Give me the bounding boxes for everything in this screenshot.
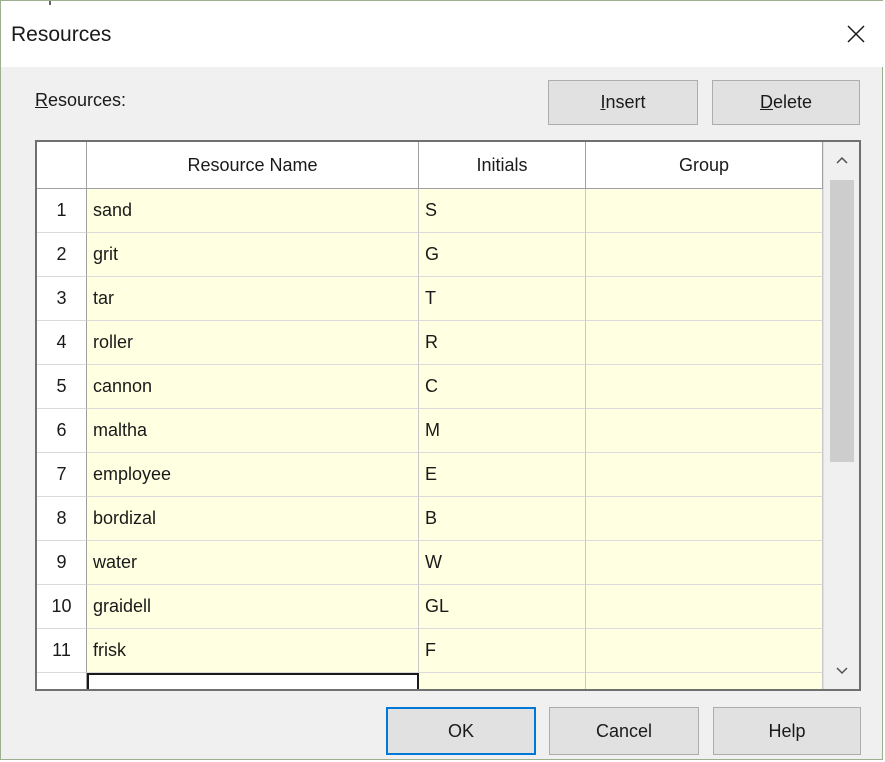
group-cell[interactable]	[586, 585, 823, 629]
initials-cell[interactable]: C	[419, 365, 586, 409]
close-button[interactable]	[836, 17, 876, 51]
scroll-down-button[interactable]	[824, 653, 859, 689]
resource-name-cell[interactable]: tar	[87, 277, 419, 321]
group-cell[interactable]	[586, 277, 823, 321]
resources-dialog: Resources Resources: Insert Delete Resou…	[0, 0, 884, 760]
resource-name-edit[interactable]	[87, 673, 419, 689]
group-cell[interactable]	[586, 409, 823, 453]
initials-cell[interactable]: R	[419, 321, 586, 365]
scroll-thumb[interactable]	[830, 180, 854, 462]
resource-name-cell[interactable]: maltha	[87, 409, 419, 453]
close-icon	[847, 25, 865, 43]
row-number: 3	[37, 277, 87, 321]
resource-name-cell[interactable]: bordizal	[87, 497, 419, 541]
row-number: 1	[37, 189, 87, 233]
initials-cell[interactable]	[419, 673, 586, 689]
row-number	[37, 673, 87, 689]
initials-cell[interactable]: GL	[419, 585, 586, 629]
help-button[interactable]: Help	[713, 707, 861, 755]
column-header-initials[interactable]: Initials	[419, 142, 586, 189]
initials-cell[interactable]: M	[419, 409, 586, 453]
initials-cell[interactable]: W	[419, 541, 586, 585]
resource-name-cell[interactable]: frisk	[87, 629, 419, 673]
insert-button[interactable]: Insert	[548, 80, 698, 125]
group-cell[interactable]	[586, 233, 823, 277]
delete-label: elete	[772, 92, 813, 112]
group-cell[interactable]	[586, 497, 823, 541]
row-number: 10	[37, 585, 87, 629]
resource-name-cell[interactable]: sand	[87, 189, 419, 233]
resource-name-cell[interactable]: water	[87, 541, 419, 585]
initials-cell[interactable]: G	[419, 233, 586, 277]
cancel-button[interactable]: Cancel	[549, 707, 699, 755]
title-bar: Resources	[1, 5, 884, 67]
row-number: 11	[37, 629, 87, 673]
resources-section-label: Resources:	[35, 90, 126, 111]
group-cell[interactable]	[586, 673, 823, 689]
group-cell[interactable]	[586, 189, 823, 233]
insert-label: nsert	[605, 92, 646, 112]
row-number: 6	[37, 409, 87, 453]
initials-cell[interactable]: E	[419, 453, 586, 497]
column-header-group[interactable]: Group	[586, 142, 823, 189]
resources-label-mnemonic: R	[35, 90, 48, 110]
group-cell[interactable]	[586, 365, 823, 409]
group-cell[interactable]	[586, 321, 823, 365]
vertical-scrollbar[interactable]	[823, 142, 859, 689]
row-number: 9	[37, 541, 87, 585]
delete-button[interactable]: Delete	[712, 80, 860, 125]
initials-cell[interactable]: F	[419, 629, 586, 673]
resources-label-text: esources:	[48, 90, 127, 110]
chevron-down-icon	[836, 667, 848, 675]
initials-cell[interactable]: T	[419, 277, 586, 321]
ok-button[interactable]: OK	[386, 707, 536, 755]
row-number: 4	[37, 321, 87, 365]
resource-name-cell[interactable]: employee	[87, 453, 419, 497]
column-header-resource-name[interactable]: Resource Name	[87, 142, 419, 189]
delete-mnemonic: D	[759, 92, 773, 112]
row-number: 7	[37, 453, 87, 497]
row-number-header	[37, 142, 87, 189]
initials-cell[interactable]: S	[419, 189, 586, 233]
chevron-up-icon	[836, 156, 848, 164]
resource-name-cell[interactable]: grit	[87, 233, 419, 277]
resource-name-cell[interactable]: graidell	[87, 585, 419, 629]
resource-name-cell[interactable]: cannon	[87, 365, 419, 409]
group-cell[interactable]	[586, 629, 823, 673]
resource-name-cell[interactable]: roller	[87, 321, 419, 365]
row-number: 2	[37, 233, 87, 277]
initials-cell[interactable]: B	[419, 497, 586, 541]
window-title: Resources	[11, 23, 112, 46]
row-number: 5	[37, 365, 87, 409]
resources-grid: Resource Name Initials Group 1 sand S 2 grit…	[35, 140, 861, 691]
row-number: 8	[37, 497, 87, 541]
scroll-up-button[interactable]	[824, 142, 859, 178]
group-cell[interactable]	[586, 541, 823, 585]
group-cell[interactable]	[586, 453, 823, 497]
